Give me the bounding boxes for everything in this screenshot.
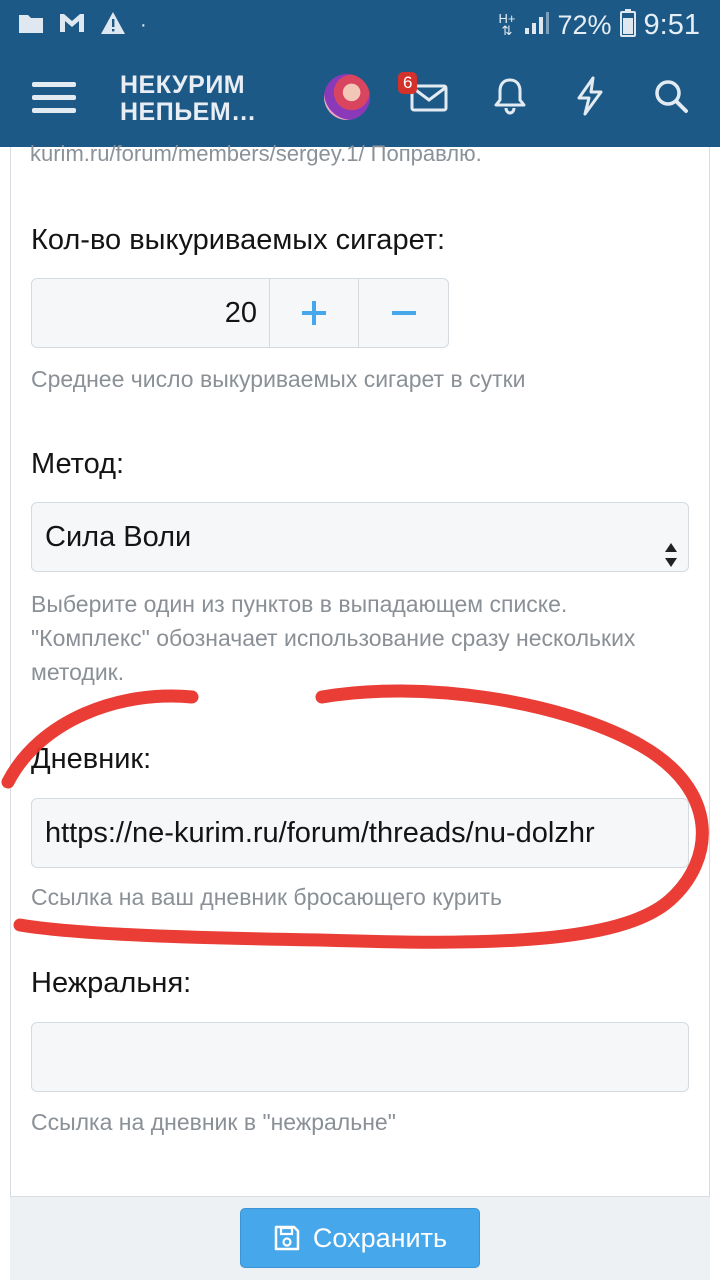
- plus-icon: [302, 301, 326, 325]
- status-dot: ·: [140, 13, 147, 36]
- lightning-icon[interactable]: [575, 76, 605, 121]
- app-header: НЕКУРИМ НЕПЬЕМ… 6: [0, 50, 720, 147]
- cigarettes-input[interactable]: 20: [32, 279, 270, 347]
- folder-icon: [18, 12, 44, 39]
- decrement-button[interactable]: [359, 279, 448, 347]
- battery-percent: 72%: [557, 9, 612, 40]
- nezhralnya-hint: Ссылка на дневник в "нежральне": [31, 1109, 396, 1135]
- increment-button[interactable]: [270, 279, 359, 347]
- search-icon[interactable]: [653, 76, 689, 121]
- diary-input[interactable]: https://ne-kurim.ru/forum/threads/nu-dol…: [31, 798, 689, 868]
- save-button[interactable]: Сохранить: [240, 1208, 480, 1268]
- avatar[interactable]: [324, 74, 370, 120]
- cigarettes-label: Кол-во выкуриваемых сигарет:: [31, 224, 446, 256]
- diary-hint: Ссылка на ваш дневник бросающего курить: [31, 884, 502, 910]
- clock: 9:51: [643, 8, 700, 41]
- gmail-icon: [58, 12, 86, 39]
- messages-badge: 6: [398, 72, 418, 94]
- save-icon: [274, 1225, 300, 1251]
- method-selected-value: Сила Воли: [45, 521, 192, 553]
- menu-icon[interactable]: [32, 80, 76, 121]
- status-bar: · H+ ⇅ 72% 9:51: [0, 0, 720, 50]
- minus-icon: [391, 311, 416, 315]
- warning-icon: [100, 11, 126, 40]
- diary-label: Дневник:: [31, 743, 152, 775]
- previous-field-text: kurim.ru/forum/members/sergey.1/ Поправл…: [30, 141, 482, 166]
- select-arrows-icon: [664, 525, 678, 593]
- method-label: Метод:: [31, 448, 125, 480]
- nezhralnya-label: Нежральня:: [31, 967, 192, 999]
- battery-icon: [619, 8, 636, 42]
- method-select[interactable]: Сила Воли: [31, 502, 689, 572]
- signal-icon: [524, 11, 550, 40]
- bell-icon[interactable]: [492, 76, 528, 121]
- site-logo[interactable]: НЕКУРИМ НЕПЬЕМ…: [120, 72, 257, 126]
- logo-line-2: НЕПЬЕМ…: [120, 98, 257, 126]
- cigarettes-stepper: 20: [31, 278, 449, 348]
- nezhralnya-input[interactable]: [31, 1022, 689, 1092]
- cigarettes-hint: Среднее число выкуриваемых сигарет в сут…: [31, 366, 526, 392]
- logo-line-1: НЕКУРИМ: [120, 71, 246, 99]
- save-button-label: Сохранить: [312, 1222, 448, 1253]
- method-hint: Выберите один из пунктов в выпадающем сп…: [31, 591, 636, 685]
- network-type: H+ ⇅: [498, 11, 516, 38]
